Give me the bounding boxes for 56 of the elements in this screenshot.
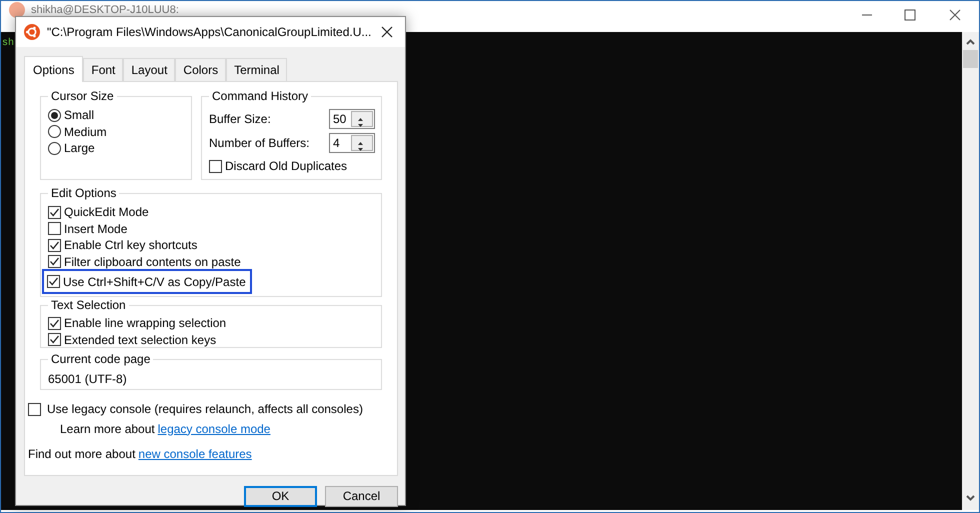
app-icon xyxy=(9,2,25,18)
number-spinner[interactable]: 50 xyxy=(329,109,375,129)
radio-button[interactable] xyxy=(48,125,61,138)
tab[interactable]: Font xyxy=(83,58,124,81)
console-features-link[interactable]: new console features xyxy=(138,444,252,462)
checkbox[interactable] xyxy=(48,316,61,330)
field-label: Buffer Size: xyxy=(209,111,271,128)
checkbox[interactable] xyxy=(47,275,60,288)
checkbox[interactable] xyxy=(48,206,61,219)
radio-label: Small xyxy=(64,107,94,124)
ok-button[interactable]: OK xyxy=(244,486,317,507)
radio-label: Medium xyxy=(64,124,107,141)
app-icon xyxy=(24,24,40,40)
scroll-thumb[interactable] xyxy=(963,50,978,68)
checkbox-label: Discard Old Duplicates xyxy=(225,158,348,176)
code-page-value: 65001 (UTF-8) xyxy=(48,372,127,386)
learn-more-text: Learn more about xyxy=(60,420,155,438)
legacy-console-link[interactable]: legacy console mode xyxy=(158,420,270,438)
checkbox[interactable] xyxy=(48,238,61,252)
checkbox-label: Use Ctrl+Shift+C/V as Copy/Paste xyxy=(63,274,246,290)
terminal-text: sh xyxy=(1,36,14,51)
checkbox[interactable] xyxy=(28,402,41,416)
close-icon[interactable] xyxy=(381,26,393,38)
radio-dot-icon xyxy=(51,112,58,119)
checkbox[interactable] xyxy=(48,255,61,268)
tab[interactable]: Colors xyxy=(175,58,226,81)
checkbox-label: Enable Ctrl key shortcuts xyxy=(64,237,198,254)
group-title: Edit Options xyxy=(48,186,120,201)
checkbox[interactable] xyxy=(48,222,61,236)
checkbox-label: Filter clipboard contents on paste xyxy=(64,254,241,271)
radio-button[interactable] xyxy=(48,108,61,122)
spin-arrows-icon[interactable] xyxy=(350,111,373,127)
tab[interactable]: Layout xyxy=(123,58,176,81)
checkbox-label: Extended text selection keys xyxy=(64,332,216,349)
number-spinner[interactable]: 4 xyxy=(329,133,375,153)
checkbox-label: QuickEdit Mode xyxy=(64,204,149,222)
scrollbar[interactable] xyxy=(962,32,979,510)
checkbox-label: Use legacy console (requires relaunch, affects all consoles) xyxy=(47,401,363,418)
find-out-text: Find out more about xyxy=(28,446,136,462)
window-title: shikha@DESKTOP-J10LUU8: xyxy=(31,4,179,16)
checkbox[interactable] xyxy=(48,333,61,346)
tab[interactable]: Options xyxy=(24,56,84,82)
radio-label: Large xyxy=(64,140,95,158)
cancel-button[interactable]: Cancel xyxy=(325,486,398,507)
spin-arrows-icon[interactable] xyxy=(350,135,373,151)
maximize-icon[interactable] xyxy=(904,8,916,22)
tab[interactable]: Terminal xyxy=(226,58,288,81)
checkbox-label: Enable line wrapping selection xyxy=(64,315,226,332)
dialog-title: "C:\Program Files\WindowsApps\CanonicalGroupLimited.U... xyxy=(47,24,372,41)
close-icon[interactable] xyxy=(949,8,961,22)
checkbox-label: Insert Mode xyxy=(64,220,128,238)
checkbox[interactable] xyxy=(209,160,222,173)
group-title: Current code page xyxy=(48,352,154,367)
field-label: Number of Buffers: xyxy=(209,135,310,152)
radio-button[interactable] xyxy=(48,142,61,155)
group-title: Command History xyxy=(209,89,312,104)
